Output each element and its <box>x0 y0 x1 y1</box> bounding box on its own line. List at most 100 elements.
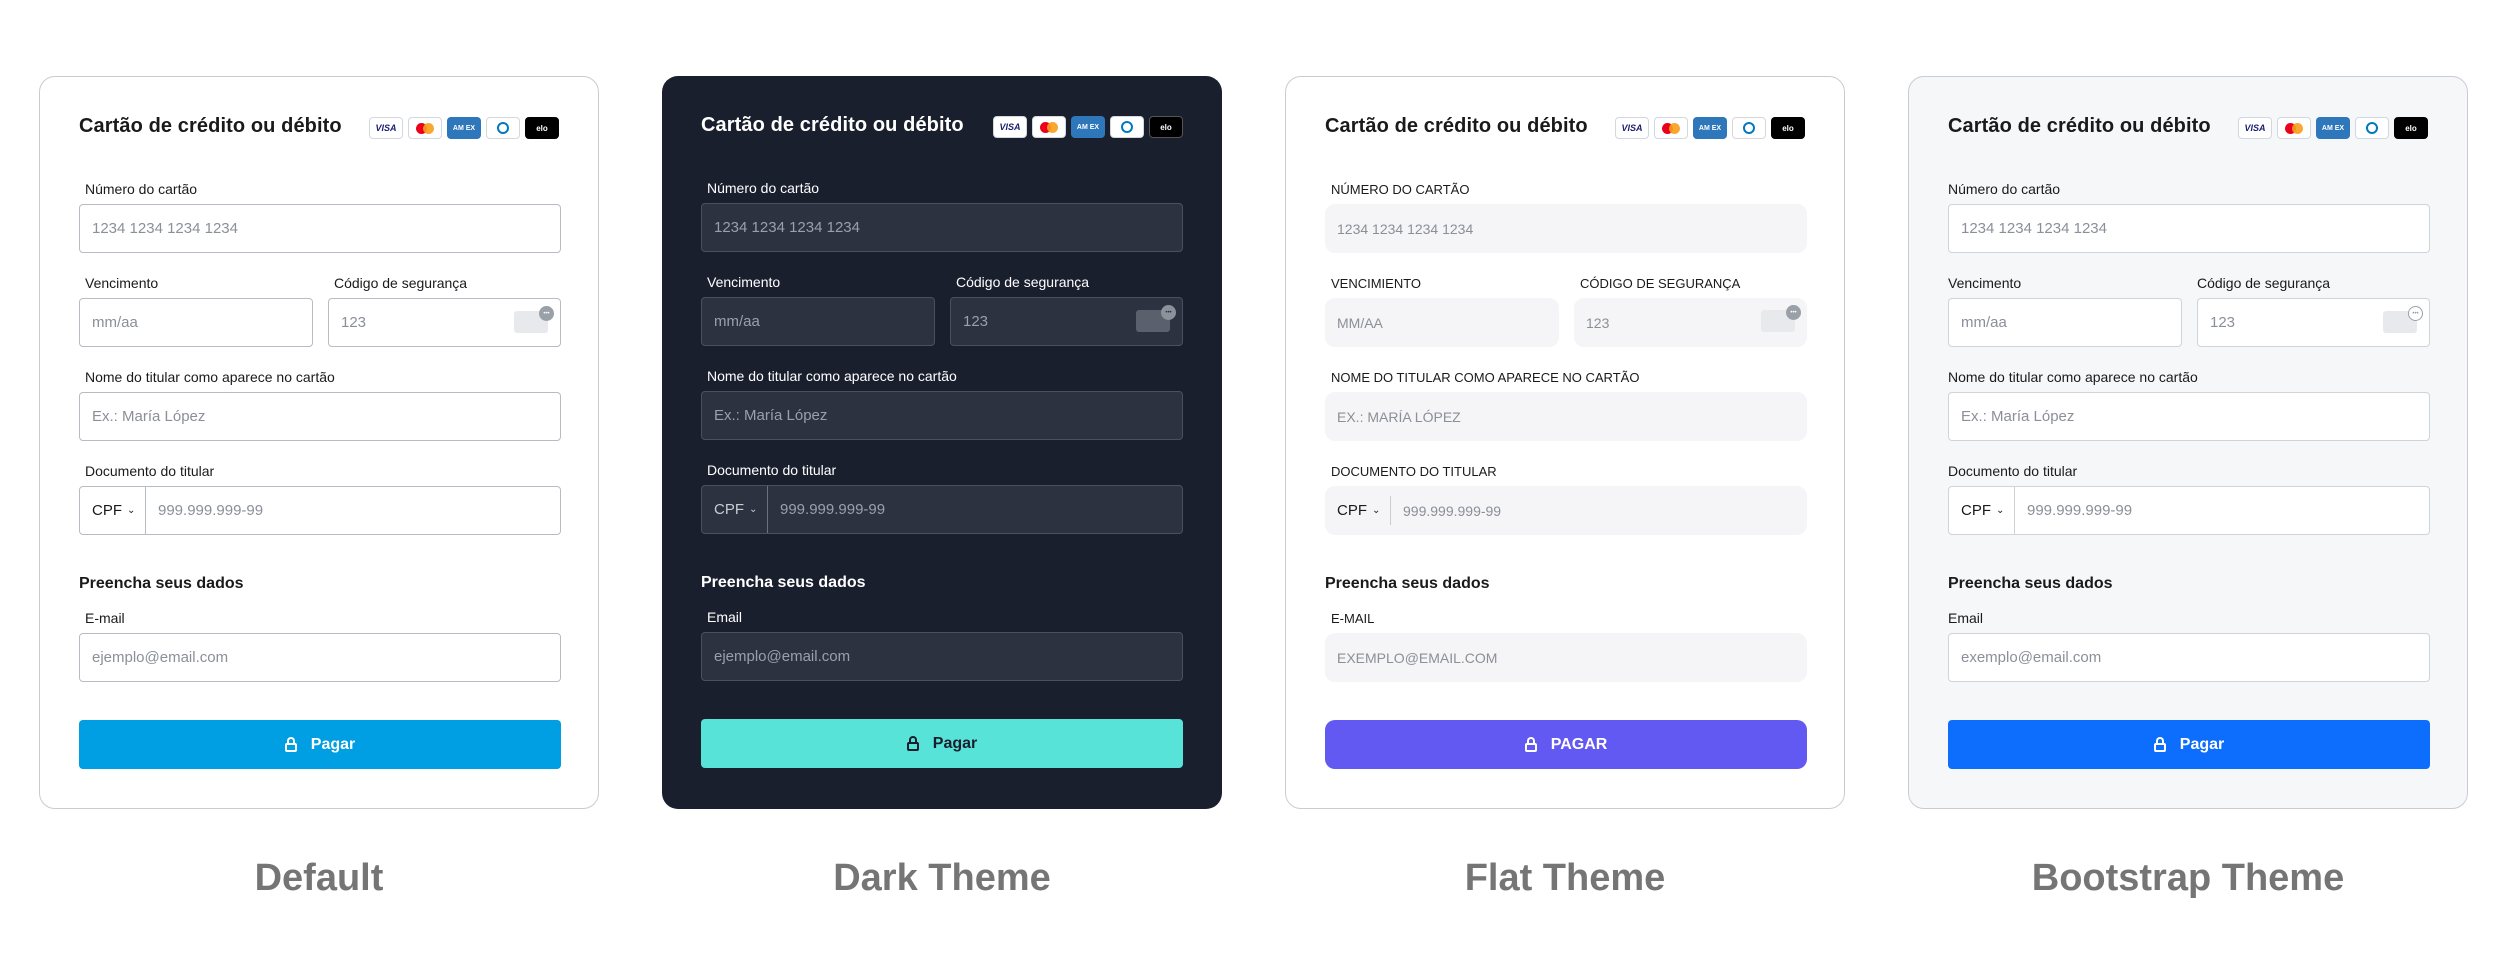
pay-button[interactable]: Pagar <box>1948 720 2430 769</box>
expiry-label: Vencimento <box>707 274 781 290</box>
holder-name-input[interactable]: EX.: MARÍA LÓPEZ <box>1325 392 1807 441</box>
card-number-input[interactable]: 1234 1234 1234 1234 <box>79 204 561 253</box>
card-brand-logos: VISA AM EX elo <box>2238 117 2428 139</box>
visa-logo: VISA <box>993 116 1027 138</box>
document-field: CPF ⌄ 999.999.999-99 <box>79 486 561 535</box>
holder-name-input[interactable]: Ex.: María López <box>701 391 1183 440</box>
document-label: Documento do titular <box>85 463 215 479</box>
cvc-label: Código de segurança <box>334 275 468 291</box>
chevron-down-icon: ⌄ <box>749 504 758 515</box>
expiry-input[interactable]: mm/aa <box>79 298 313 347</box>
cvc-placeholder: 123 <box>1586 314 1610 331</box>
payment-card-flat: Cartão de crédito ou débito VISA AM EX e… <box>1285 76 1845 809</box>
visa-logo: VISA <box>1615 117 1649 139</box>
chevron-down-icon: ⌄ <box>127 505 136 516</box>
cvc-card-icon: ••• <box>514 306 554 333</box>
cvc-label: Código de segurança <box>2197 275 2331 291</box>
document-label: Documento do titular <box>707 462 837 478</box>
elo-logo: elo <box>2394 117 2428 139</box>
lock-icon <box>2153 737 2166 752</box>
lock-icon <box>906 736 919 751</box>
card-number-label: NÚMERO DO CARTÃO <box>1331 182 1470 197</box>
section-title: Preencha seus dados <box>701 574 866 591</box>
amex-logo: AM EX <box>1071 116 1105 138</box>
diners-logo <box>1732 117 1766 139</box>
mastercard-logo <box>2277 117 2311 139</box>
card-number-input[interactable]: 1234 1234 1234 1234 <box>1325 204 1807 253</box>
amex-logo: AM EX <box>1693 117 1727 139</box>
caption-default: Default <box>254 857 384 899</box>
document-type-select[interactable]: CPF ⌄ <box>1949 487 2015 534</box>
caption-bootstrap: Bootstrap Theme <box>2031 857 2345 899</box>
card-number-input[interactable]: 1234 1234 1234 1234 <box>701 203 1183 252</box>
expiry-label: Vencimento <box>85 275 159 291</box>
caption-flat: Flat Theme <box>1464 857 1666 899</box>
email-label: Email <box>707 609 743 625</box>
holder-name-input[interactable]: Ex.: María López <box>79 392 561 441</box>
card-number-label: Número do cartão <box>85 181 198 197</box>
holder-label: NOME DO TITULAR COMO APARECE NO CARTÃO <box>1331 370 1640 385</box>
elo-logo: elo <box>1771 117 1805 139</box>
pay-button[interactable]: Pagar <box>701 719 1183 768</box>
card-brand-logos: VISA AM EX elo <box>369 117 559 139</box>
chevron-down-icon: ⌄ <box>1372 504 1381 516</box>
mastercard-logo <box>1654 117 1688 139</box>
document-field: CPF ⌄ 999.999.999-99 <box>1325 486 1807 535</box>
section-title: Preencha seus dados <box>79 575 244 592</box>
document-number-input[interactable]: 999.999.999-99 <box>1391 503 1501 519</box>
payment-card-bootstrap: Cartão de crédito ou débito VISA AM EX e… <box>1908 76 2468 809</box>
cvc-input[interactable]: 123 ••• <box>950 297 1183 346</box>
pay-button[interactable]: Pagar <box>79 720 561 769</box>
mastercard-logo <box>1032 116 1066 138</box>
document-type-select[interactable]: CPF ⌄ <box>80 487 146 534</box>
section-title: Preencha seus dados <box>1325 575 1490 592</box>
email-input[interactable]: ejemplo@email.com <box>701 632 1183 681</box>
diners-logo <box>1110 116 1144 138</box>
email-input[interactable]: exemplo@email.com <box>1948 633 2430 682</box>
expiry-label: VENCIMIENTO <box>1331 276 1422 291</box>
document-type-select[interactable]: CPF ⌄ <box>1325 495 1391 526</box>
card-title: Cartão de crédito ou débito <box>1325 115 1588 137</box>
expiry-input[interactable]: mm/aa <box>701 297 935 346</box>
amex-logo: AM EX <box>2316 117 2350 139</box>
chevron-down-icon: ⌄ <box>1996 505 2005 516</box>
expiry-input[interactable]: MM/AA <box>1325 298 1559 347</box>
card-number-label: Número do cartão <box>707 180 820 196</box>
holder-name-input[interactable]: Ex.: María López <box>1948 392 2430 441</box>
email-input[interactable]: ejemplo@email.com <box>79 633 561 682</box>
payment-card-default: Cartão de crédito ou débito VISA AM EX e… <box>39 76 599 809</box>
cvc-input[interactable]: 123 ••• <box>328 298 561 347</box>
cvc-placeholder: 123 <box>341 314 367 331</box>
document-field: CPF ⌄ 999.999.999-99 <box>701 485 1183 534</box>
document-type-select[interactable]: CPF ⌄ <box>702 486 768 533</box>
cvc-card-icon: ••• <box>1761 305 1801 332</box>
card-title: Cartão de crédito ou débito <box>79 115 342 137</box>
cvc-input[interactable]: 123 ••• <box>1574 298 1807 347</box>
diners-logo <box>486 117 520 139</box>
pay-button-label: Pagar <box>310 735 356 753</box>
document-number-input[interactable]: 999.999.999-99 <box>146 502 263 519</box>
holder-label: Nome do titular como aparece no cartão <box>707 368 957 384</box>
cvc-input[interactable]: 123 ••• <box>2197 298 2430 347</box>
card-number-label: Número do cartão <box>1948 181 2061 197</box>
elo-logo: elo <box>525 117 559 139</box>
pay-button-label: PAGAR <box>1550 735 1608 753</box>
lock-icon <box>1524 737 1537 752</box>
card-title: Cartão de crédito ou débito <box>701 114 964 136</box>
document-label: DOCUMENTO DO TITULAR <box>1331 464 1497 479</box>
expiry-input[interactable]: mm/aa <box>1948 298 2182 347</box>
document-number-input[interactable]: 999.999.999-99 <box>2015 502 2132 519</box>
cvc-card-icon: ••• <box>2383 306 2423 333</box>
elo-logo: elo <box>1149 116 1183 138</box>
email-label: E-MAIL <box>1331 611 1375 626</box>
holder-label: Nome do titular como aparece no cartão <box>1948 369 2198 385</box>
card-number-input[interactable]: 1234 1234 1234 1234 <box>1948 204 2430 253</box>
pay-button[interactable]: PAGAR <box>1325 720 1807 769</box>
diners-logo <box>2355 117 2389 139</box>
email-label: Email <box>1948 610 1984 626</box>
email-input[interactable]: EXEMPLO@EMAIL.COM <box>1325 633 1807 682</box>
visa-logo: VISA <box>369 117 403 139</box>
amex-logo: AM EX <box>447 117 481 139</box>
document-number-input[interactable]: 999.999.999-99 <box>768 501 885 518</box>
pay-button-label: Pagar <box>932 734 978 752</box>
